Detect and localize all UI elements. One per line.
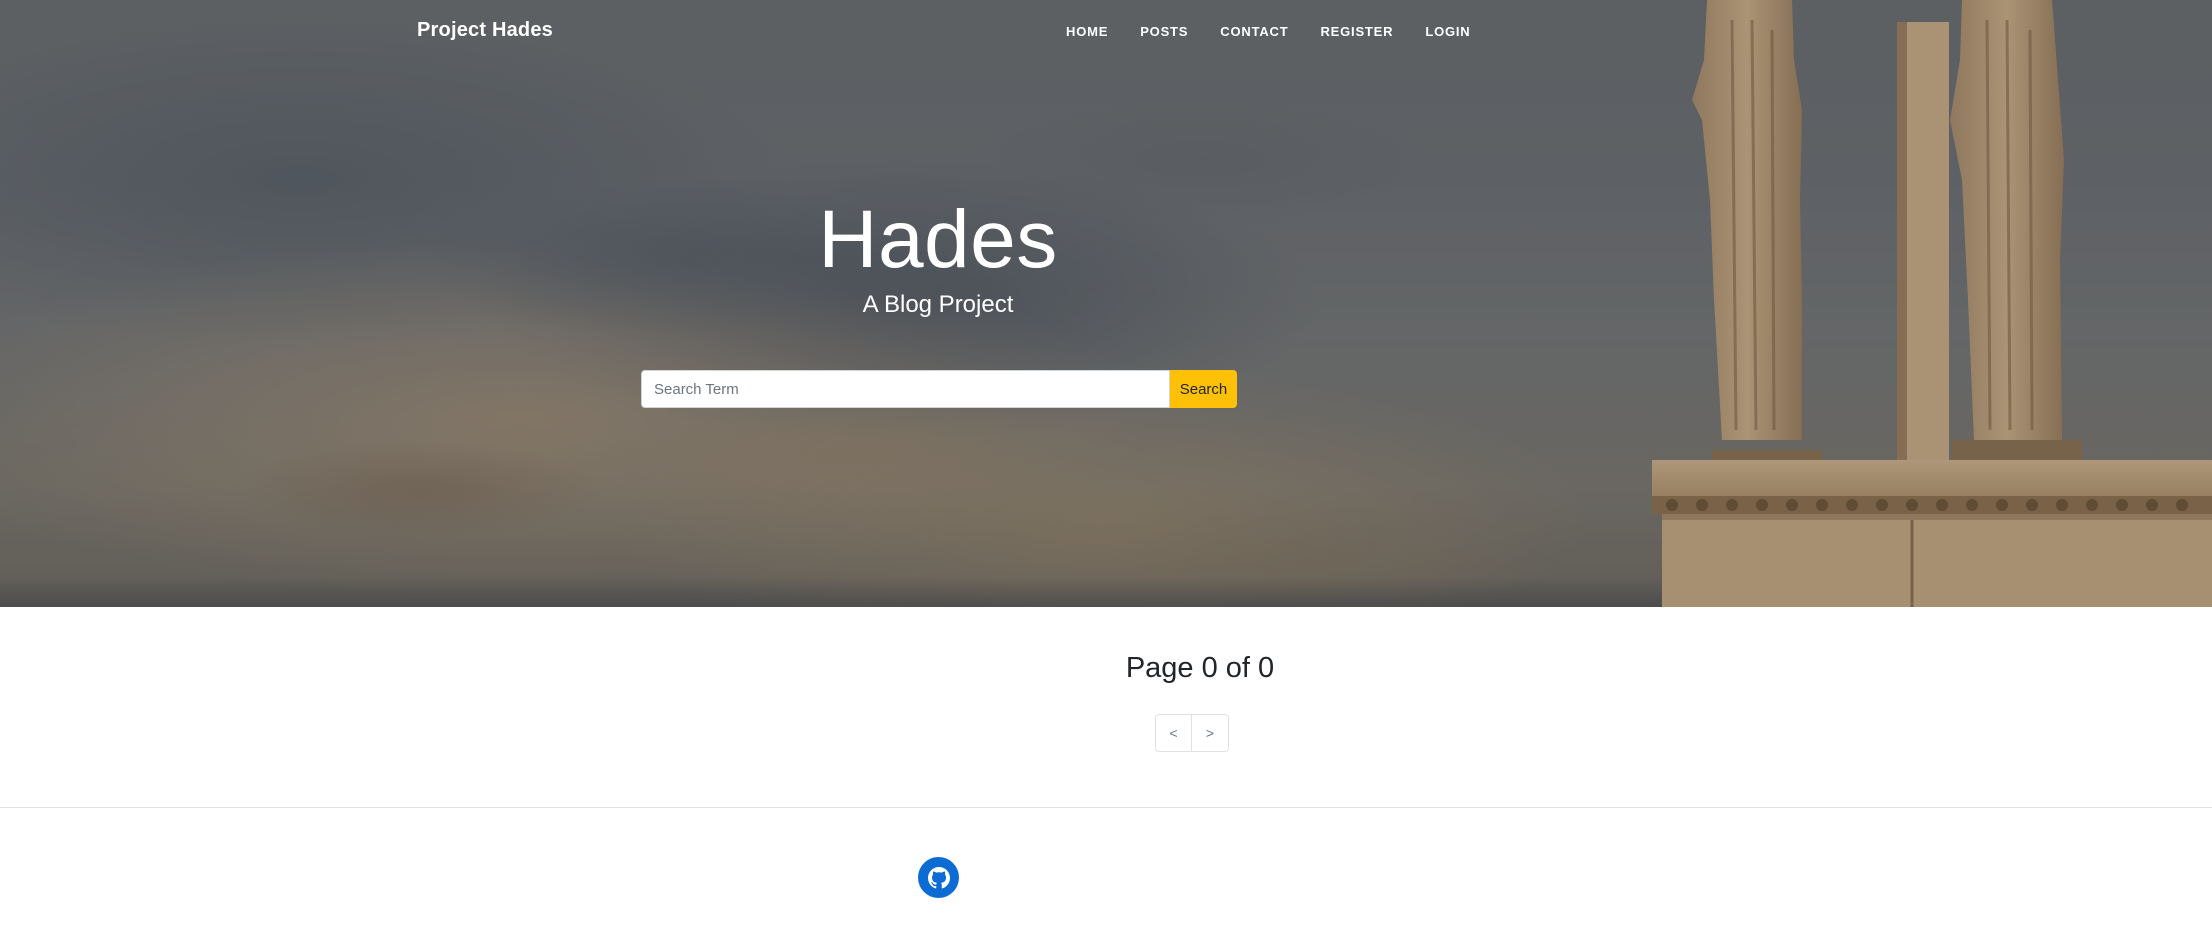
site-title: Hades <box>818 194 1058 285</box>
site-heading: Hades A Blog Project <box>0 190 1876 320</box>
github-icon <box>927 866 950 888</box>
site-subtitle: A Blog Project <box>862 291 1014 318</box>
nav-links: HOME POSTS CONTACT REGISTER LOGIN <box>1066 24 1503 39</box>
search-button[interactable]: Search <box>1170 370 1237 408</box>
nav-link-contact[interactable]: CONTACT <box>1220 24 1288 39</box>
pagination-status: Page 0 of 0 <box>1125 652 1275 684</box>
github-link[interactable] <box>918 857 959 898</box>
footer-divider <box>0 807 2212 808</box>
brand-link[interactable]: Project Hades <box>417 19 553 42</box>
nav-link-login[interactable]: LOGIN <box>1425 24 1470 39</box>
masthead: Project Hades HOME POSTS CONTACT REGISTE… <box>0 0 2212 607</box>
next-page-button[interactable]: > <box>1192 714 1229 752</box>
search-input[interactable] <box>641 370 1170 408</box>
pager: < > <box>1155 714 1229 752</box>
nav-link-register[interactable]: REGISTER <box>1320 24 1393 39</box>
search-form: Search <box>641 370 1237 408</box>
previous-page-button[interactable]: < <box>1155 714 1192 752</box>
navbar: Project Hades HOME POSTS CONTACT REGISTE… <box>0 0 2212 62</box>
nav-link-home[interactable]: HOME <box>1066 24 1108 39</box>
nav-link-posts[interactable]: POSTS <box>1140 24 1188 39</box>
